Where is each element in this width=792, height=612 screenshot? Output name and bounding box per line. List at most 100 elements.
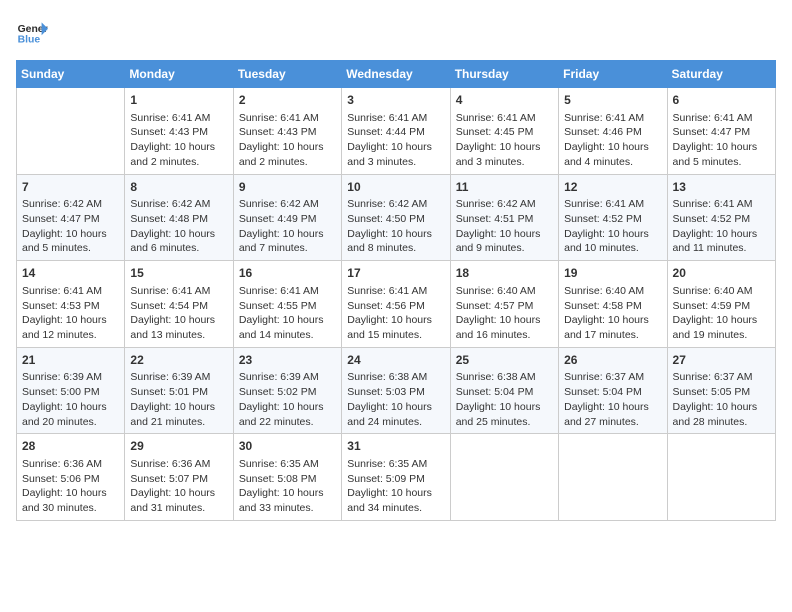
calendar-header-row: SundayMondayTuesdayWednesdayThursdayFrid… [17, 61, 776, 88]
day-number: 10 [347, 179, 444, 196]
day-info: Sunrise: 6:38 AM Sunset: 5:03 PM Dayligh… [347, 370, 444, 429]
calendar-cell: 23Sunrise: 6:39 AM Sunset: 5:02 PM Dayli… [233, 347, 341, 434]
calendar-cell: 21Sunrise: 6:39 AM Sunset: 5:00 PM Dayli… [17, 347, 125, 434]
day-info: Sunrise: 6:41 AM Sunset: 4:54 PM Dayligh… [130, 284, 227, 343]
calendar-week-row: 21Sunrise: 6:39 AM Sunset: 5:00 PM Dayli… [17, 347, 776, 434]
day-number: 23 [239, 352, 336, 369]
calendar-week-row: 7Sunrise: 6:42 AM Sunset: 4:47 PM Daylig… [17, 174, 776, 261]
column-header-friday: Friday [559, 61, 667, 88]
day-info: Sunrise: 6:37 AM Sunset: 5:04 PM Dayligh… [564, 370, 661, 429]
calendar-week-row: 14 Sunrise: 6:41 AM Sunset: 4:53 PM Dayli… [17, 261, 776, 348]
day-info: Sunrise: 6:41 AM Sunset: 4:46 PM Dayligh… [564, 111, 661, 170]
day-info: Sunrise: 6:42 AM Sunset: 4:51 PM Dayligh… [456, 197, 553, 256]
day-number: 8 [130, 179, 227, 196]
day-number: 25 [456, 352, 553, 369]
column-header-wednesday: Wednesday [342, 61, 450, 88]
day-info: Sunrise: 6:41 AM Sunset: 4:56 PM Dayligh… [347, 284, 444, 343]
day-info: Sunrise: 6:39 AM Sunset: 5:00 PM Dayligh… [22, 370, 119, 429]
day-number: 30 [239, 438, 336, 455]
calendar-cell: 25Sunrise: 6:38 AM Sunset: 5:04 PM Dayli… [450, 347, 558, 434]
calendar-cell: 10Sunrise: 6:42 AM Sunset: 4:50 PM Dayli… [342, 174, 450, 261]
day-number: 6 [673, 92, 770, 109]
calendar-cell: 14 Sunrise: 6:41 AM Sunset: 4:53 PM Dayli… [17, 261, 125, 348]
column-header-monday: Monday [125, 61, 233, 88]
day-info: Sunrise: 6:36 AM Sunset: 5:06 PM Dayligh… [22, 457, 119, 516]
day-info: Sunrise: 6:38 AM Sunset: 5:04 PM Dayligh… [456, 370, 553, 429]
day-info: Sunrise: 6:42 AM Sunset: 4:49 PM Dayligh… [239, 197, 336, 256]
day-number: 15 [130, 265, 227, 282]
day-number: 1 [130, 92, 227, 109]
day-number: 2 [239, 92, 336, 109]
day-number: 12 [564, 179, 661, 196]
day-info: Sunrise: 6:41 AM Sunset: 4:53 PM Dayligh… [22, 284, 119, 343]
day-number: 27 [673, 352, 770, 369]
day-number: 13 [673, 179, 770, 196]
day-info: Sunrise: 6:40 AM Sunset: 4:57 PM Dayligh… [456, 284, 553, 343]
day-info: Sunrise: 6:41 AM Sunset: 4:43 PM Dayligh… [130, 111, 227, 170]
day-info: Sunrise: 6:41 AM Sunset: 4:47 PM Dayligh… [673, 111, 770, 170]
day-info: Sunrise: 6:42 AM Sunset: 4:50 PM Dayligh… [347, 197, 444, 256]
day-number: 22 [130, 352, 227, 369]
calendar-cell: 30 Sunrise: 6:35 AM Sunset: 5:08 PM Dayli… [233, 434, 341, 521]
day-number: 20 [673, 265, 770, 282]
day-info: Sunrise: 6:41 AM Sunset: 4:52 PM Dayligh… [673, 197, 770, 256]
day-info: Sunrise: 6:35 AM Sunset: 5:09 PM Dayligh… [347, 457, 444, 516]
calendar-cell: 11Sunrise: 6:42 AM Sunset: 4:51 PM Dayli… [450, 174, 558, 261]
day-number: 31 [347, 438, 444, 455]
calendar-cell: 26Sunrise: 6:37 AM Sunset: 5:04 PM Dayli… [559, 347, 667, 434]
day-number: 18 [456, 265, 553, 282]
logo: General Blue [16, 16, 48, 48]
calendar-cell: 17 Sunrise: 6:41 AM Sunset: 4:56 PM Dayli… [342, 261, 450, 348]
calendar-cell: 4Sunrise: 6:41 AM Sunset: 4:45 PM Daylig… [450, 88, 558, 175]
calendar-cell: 27Sunrise: 6:37 AM Sunset: 5:05 PM Dayli… [667, 347, 775, 434]
page-header: General Blue [16, 16, 776, 48]
day-number: 14 [22, 265, 119, 282]
day-info: Sunrise: 6:40 AM Sunset: 4:59 PM Dayligh… [673, 284, 770, 343]
calendar-cell: 1 Sunrise: 6:41 AM Sunset: 4:43 PM Daylig… [125, 88, 233, 175]
calendar-cell: 16 Sunrise: 6:41 AM Sunset: 4:55 PM Dayli… [233, 261, 341, 348]
day-number: 5 [564, 92, 661, 109]
day-number: 28 [22, 438, 119, 455]
day-number: 3 [347, 92, 444, 109]
calendar-cell: 7Sunrise: 6:42 AM Sunset: 4:47 PM Daylig… [17, 174, 125, 261]
day-info: Sunrise: 6:41 AM Sunset: 4:45 PM Dayligh… [456, 111, 553, 170]
calendar-cell: 6 Sunrise: 6:41 AM Sunset: 4:47 PM Daylig… [667, 88, 775, 175]
day-number: 17 [347, 265, 444, 282]
day-info: Sunrise: 6:41 AM Sunset: 4:44 PM Dayligh… [347, 111, 444, 170]
day-number: 7 [22, 179, 119, 196]
calendar-table: SundayMondayTuesdayWednesdayThursdayFrid… [16, 60, 776, 521]
day-info: Sunrise: 6:35 AM Sunset: 5:08 PM Dayligh… [239, 457, 336, 516]
day-number: 29 [130, 438, 227, 455]
calendar-cell [559, 434, 667, 521]
calendar-cell: 31 Sunrise: 6:35 AM Sunset: 5:09 PM Dayli… [342, 434, 450, 521]
day-number: 16 [239, 265, 336, 282]
day-number: 19 [564, 265, 661, 282]
day-info: Sunrise: 6:40 AM Sunset: 4:58 PM Dayligh… [564, 284, 661, 343]
calendar-cell: 12Sunrise: 6:41 AM Sunset: 4:52 PM Dayli… [559, 174, 667, 261]
day-number: 11 [456, 179, 553, 196]
logo-icon: General Blue [16, 16, 48, 48]
day-info: Sunrise: 6:39 AM Sunset: 5:01 PM Dayligh… [130, 370, 227, 429]
day-number: 24 [347, 352, 444, 369]
day-info: Sunrise: 6:41 AM Sunset: 4:52 PM Dayligh… [564, 197, 661, 256]
calendar-cell: 2 Sunrise: 6:41 AM Sunset: 4:43 PM Daylig… [233, 88, 341, 175]
svg-text:Blue: Blue [18, 34, 41, 45]
calendar-cell: 3 Sunrise: 6:41 AM Sunset: 4:44 PM Daylig… [342, 88, 450, 175]
calendar-cell: 29Sunrise: 6:36 AM Sunset: 5:07 PM Dayli… [125, 434, 233, 521]
day-info: Sunrise: 6:41 AM Sunset: 4:55 PM Dayligh… [239, 284, 336, 343]
column-header-thursday: Thursday [450, 61, 558, 88]
calendar-cell: 8Sunrise: 6:42 AM Sunset: 4:48 PM Daylig… [125, 174, 233, 261]
day-number: 21 [22, 352, 119, 369]
calendar-cell: 5 Sunrise: 6:41 AM Sunset: 4:46 PM Daylig… [559, 88, 667, 175]
column-header-saturday: Saturday [667, 61, 775, 88]
calendar-cell: 28 Sunrise: 6:36 AM Sunset: 5:06 PM Dayli… [17, 434, 125, 521]
calendar-cell [450, 434, 558, 521]
calendar-cell: 19 Sunrise: 6:40 AM Sunset: 4:58 PM Dayli… [559, 261, 667, 348]
day-info: Sunrise: 6:37 AM Sunset: 5:05 PM Dayligh… [673, 370, 770, 429]
calendar-cell: 9Sunrise: 6:42 AM Sunset: 4:49 PM Daylig… [233, 174, 341, 261]
calendar-cell: 15 Sunrise: 6:41 AM Sunset: 4:54 PM Dayli… [125, 261, 233, 348]
day-info: Sunrise: 6:41 AM Sunset: 4:43 PM Dayligh… [239, 111, 336, 170]
day-number: 9 [239, 179, 336, 196]
calendar-cell: 24Sunrise: 6:38 AM Sunset: 5:03 PM Dayli… [342, 347, 450, 434]
calendar-cell: 13Sunrise: 6:41 AM Sunset: 4:52 PM Dayli… [667, 174, 775, 261]
